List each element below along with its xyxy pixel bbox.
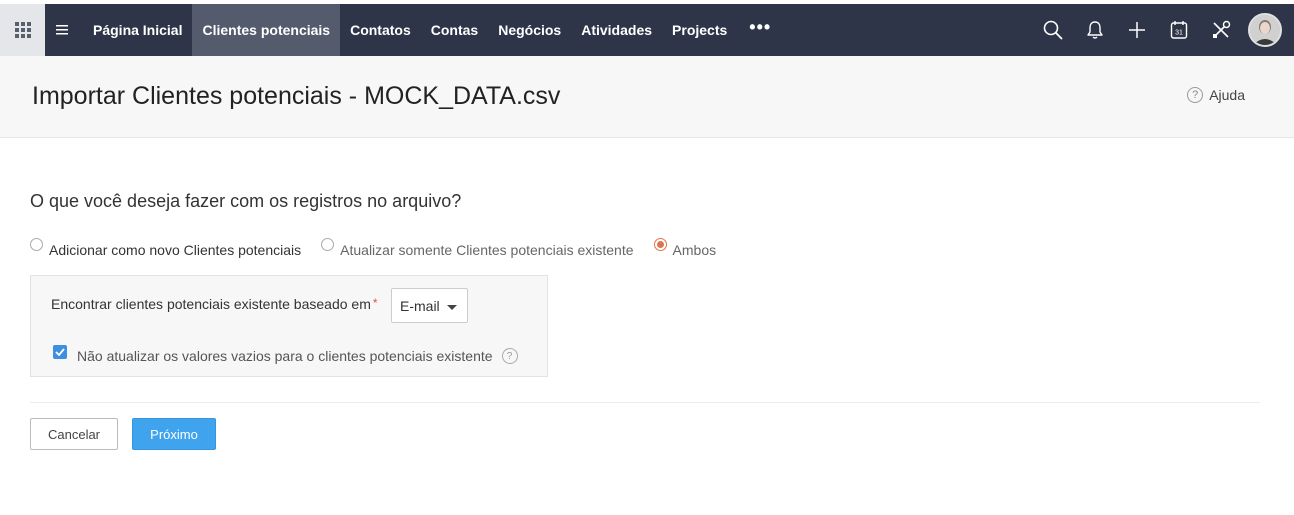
user-avatar-icon <box>1250 15 1280 45</box>
radio-label-both: Ambos <box>672 242 717 258</box>
skip-empty-values-option[interactable]: Não atualizar os valores vazios para o c… <box>53 345 518 364</box>
find-by-select-value: E-mail <box>400 297 440 314</box>
help-link[interactable]: ? Ajuda <box>1187 87 1245 103</box>
page-title: Importar Clientes potenciais - MOCK_DATA… <box>32 82 561 110</box>
radio-option-add-new[interactable]: Adicionar como novo Clientes potenciais <box>30 237 301 258</box>
help-icon: ? <box>1187 87 1204 103</box>
actions-divider <box>30 402 1260 403</box>
find-by-select[interactable]: E-mail <box>391 288 468 323</box>
caret-down-icon <box>447 305 457 310</box>
tools-icon <box>1213 20 1231 38</box>
nav-tab-negocios[interactable]: Negócios <box>488 4 571 56</box>
radio-update-only[interactable] <box>321 238 335 251</box>
bell-icon <box>1087 21 1103 39</box>
radio-add-new[interactable] <box>30 238 43 251</box>
import-question: O que você deseja fazer com os registros… <box>30 191 462 211</box>
skip-empty-values-label: Não atualizar os valores vazios para o c… <box>77 348 493 364</box>
radio-label-add-new: Adicionar como novo Clientes potenciais <box>49 242 302 258</box>
next-button[interactable]: Próximo <box>132 418 216 450</box>
import-mode-radio-group: Adicionar como novo Clientes potenciais … <box>30 237 736 258</box>
nav-more-button[interactable]: ••• <box>737 0 783 56</box>
nav-tab-projects[interactable]: Projects <box>662 4 737 56</box>
required-marker: * <box>372 296 378 310</box>
nav-tab-pagina-inicial[interactable]: Página Inicial <box>83 4 192 56</box>
nav-tab-contatos[interactable]: Contatos <box>340 4 421 56</box>
nav-tab-atividades[interactable]: Atividades <box>571 4 662 56</box>
search-icon <box>1043 20 1063 40</box>
checkmark-icon <box>55 348 65 356</box>
calendar-icon: 31 <box>1170 21 1188 39</box>
page-header: Importar Clientes potenciais - MOCK_DATA… <box>0 56 1294 138</box>
avatar[interactable] <box>1248 13 1282 47</box>
calendar-day-text: 31 <box>1175 30 1183 37</box>
find-by-label: Encontrar clientes potenciais existente … <box>51 296 378 312</box>
nav-tab-clientes-potenciais[interactable]: Clientes potenciais <box>192 4 341 56</box>
plus-icon <box>1129 22 1145 38</box>
info-icon[interactable]: ? <box>501 348 518 364</box>
cancel-button[interactable]: Cancelar <box>30 418 118 450</box>
radio-option-both[interactable]: Ambos <box>653 237 717 258</box>
calendar-button[interactable]: 31 <box>1158 4 1200 56</box>
search-button[interactable] <box>1032 4 1074 56</box>
apps-button[interactable] <box>0 4 45 56</box>
nav-icon-bar: 31 <box>1032 4 1294 56</box>
find-by-text: Encontrar clientes potenciais existente … <box>51 296 371 312</box>
radio-label-update-only: Atualizar somente Clientes potenciais ex… <box>340 242 634 258</box>
top-navbar: Página Inicial Clientes potenciais Conta… <box>0 4 1294 56</box>
radio-option-update-only[interactable]: Atualizar somente Clientes potenciais ex… <box>321 237 634 258</box>
radio-both[interactable] <box>653 238 667 251</box>
nav-tab-contas[interactable]: Contas <box>421 4 488 56</box>
hamburger-icon <box>56 25 68 35</box>
hamburger-menu-button[interactable] <box>45 4 79 56</box>
setup-button[interactable] <box>1200 4 1242 56</box>
skip-empty-values-checkbox[interactable] <box>53 345 67 359</box>
match-settings-panel: Encontrar clientes potenciais existente … <box>30 275 548 377</box>
nav-tabs: Página Inicial Clientes potenciais Conta… <box>83 4 783 56</box>
apps-grid-icon <box>14 22 31 38</box>
create-button[interactable] <box>1116 4 1158 56</box>
help-label: Ajuda <box>1209 87 1245 103</box>
notifications-button[interactable] <box>1074 4 1116 56</box>
